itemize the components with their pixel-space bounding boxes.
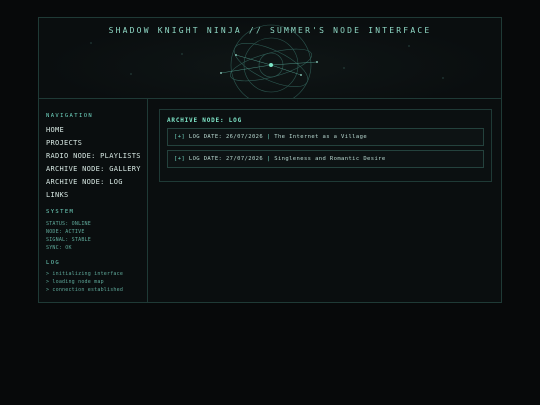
node-link bbox=[220, 64, 272, 74]
archive-log-panel: ARCHIVE NODE: LOG [+] LOG DATE: 26/07/20… bbox=[159, 109, 492, 182]
interface-frame: SHADOW KNIGHT NINJA // SUMMER'S NODE INT… bbox=[38, 17, 502, 303]
node-link bbox=[270, 64, 302, 76]
star-dot bbox=[130, 73, 132, 75]
node-point bbox=[316, 61, 318, 63]
entry-title: The Internet as a Village bbox=[274, 134, 368, 140]
sidebar: NAVIGATION HOME PROJECTS RADIO NODE: PLA… bbox=[39, 99, 148, 302]
entry-title: Singleness and Romantic Desire bbox=[274, 156, 386, 162]
log-line: > initializing interface bbox=[46, 271, 124, 277]
system-sync: SYNC: OK bbox=[46, 245, 72, 251]
entry-prefix: [+] bbox=[174, 134, 186, 140]
star-dot bbox=[343, 67, 345, 69]
center-node bbox=[269, 63, 273, 67]
star-dot bbox=[90, 42, 92, 44]
log-line: > connection established bbox=[46, 287, 124, 293]
navigation-heading: NAVIGATION bbox=[46, 113, 94, 119]
system-signal: SIGNAL: STABLE bbox=[46, 237, 91, 243]
nav-item-archive-log[interactable]: ARCHIVE NODE: LOG bbox=[46, 178, 123, 186]
log-entry[interactable]: [+] LOG DATE: 27/07/2026 | Singleness an… bbox=[167, 150, 484, 168]
star-dot bbox=[408, 45, 410, 47]
nav-item-home[interactable]: HOME bbox=[46, 126, 64, 134]
nav-item-radio-playlists[interactable]: RADIO NODE: PLAYLISTS bbox=[46, 152, 141, 160]
entry-separator: | bbox=[266, 156, 271, 162]
entry-date: LOG DATE: 27/07/2026 bbox=[188, 156, 264, 162]
system-heading: SYSTEM bbox=[46, 209, 75, 215]
node-link bbox=[270, 61, 318, 66]
node-point bbox=[220, 72, 222, 74]
nav-item-archive-gallery[interactable]: ARCHIVE NODE: GALLERY bbox=[46, 165, 141, 173]
site-title: SHADOW KNIGHT NINJA // SUMMER'S NODE INT… bbox=[108, 26, 432, 35]
system-node: NODE: ACTIVE bbox=[46, 229, 85, 235]
nav-item-projects[interactable]: PROJECTS bbox=[46, 139, 82, 147]
log-heading: LOG bbox=[46, 260, 61, 266]
nav-item-links[interactable]: LINKS bbox=[46, 191, 69, 199]
node-point bbox=[235, 54, 237, 56]
log-line: > loading node map bbox=[46, 279, 104, 285]
main-content: ARCHIVE NODE: LOG [+] LOG DATE: 26/07/20… bbox=[148, 99, 501, 302]
entry-date: LOG DATE: 26/07/2026 bbox=[188, 134, 264, 140]
star-dot bbox=[442, 77, 444, 79]
entry-prefix: [+] bbox=[174, 156, 186, 162]
star-dot bbox=[181, 53, 183, 55]
system-status: STATUS: ONLINE bbox=[46, 221, 91, 227]
node-point bbox=[300, 74, 302, 76]
log-entry[interactable]: [+] LOG DATE: 26/07/2026 | The Internet … bbox=[167, 128, 484, 146]
node-ring-outer bbox=[230, 24, 312, 98]
entry-separator: | bbox=[266, 134, 271, 140]
panel-title: ARCHIVE NODE: LOG bbox=[167, 117, 243, 124]
header: SHADOW KNIGHT NINJA // SUMMER'S NODE INT… bbox=[39, 18, 501, 99]
